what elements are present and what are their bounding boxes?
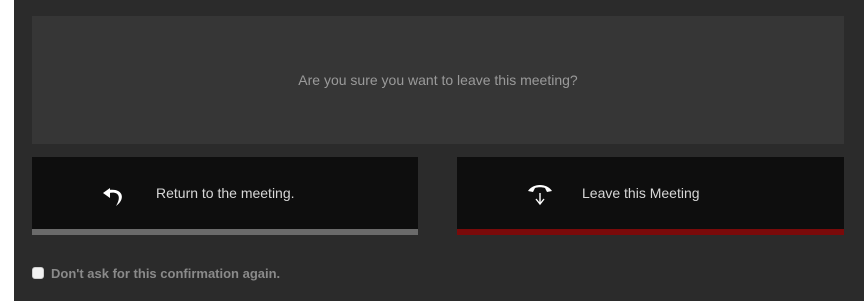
message-panel: Are you sure you want to leave this meet… bbox=[32, 16, 844, 144]
leave-button-accent-bar bbox=[457, 229, 844, 235]
dont-ask-again-row: Don't ask for this confirmation again. bbox=[32, 264, 280, 282]
return-to-meeting-button[interactable]: Return to the meeting. bbox=[32, 157, 418, 235]
return-arrow-icon bbox=[100, 179, 130, 209]
leave-button-label: Leave this Meeting bbox=[582, 185, 700, 201]
dont-ask-again-checkbox[interactable] bbox=[32, 267, 44, 279]
confirmation-message: Are you sure you want to leave this meet… bbox=[298, 72, 578, 88]
leave-meeting-dialog: Are you sure you want to leave this meet… bbox=[14, 0, 864, 301]
leave-meeting-button[interactable]: Leave this Meeting bbox=[457, 157, 844, 235]
hang-up-phone-icon bbox=[525, 179, 555, 209]
return-button-accent-bar bbox=[32, 229, 418, 235]
dont-ask-again-label[interactable]: Don't ask for this confirmation again. bbox=[51, 266, 280, 281]
return-button-label: Return to the meeting. bbox=[156, 185, 295, 201]
